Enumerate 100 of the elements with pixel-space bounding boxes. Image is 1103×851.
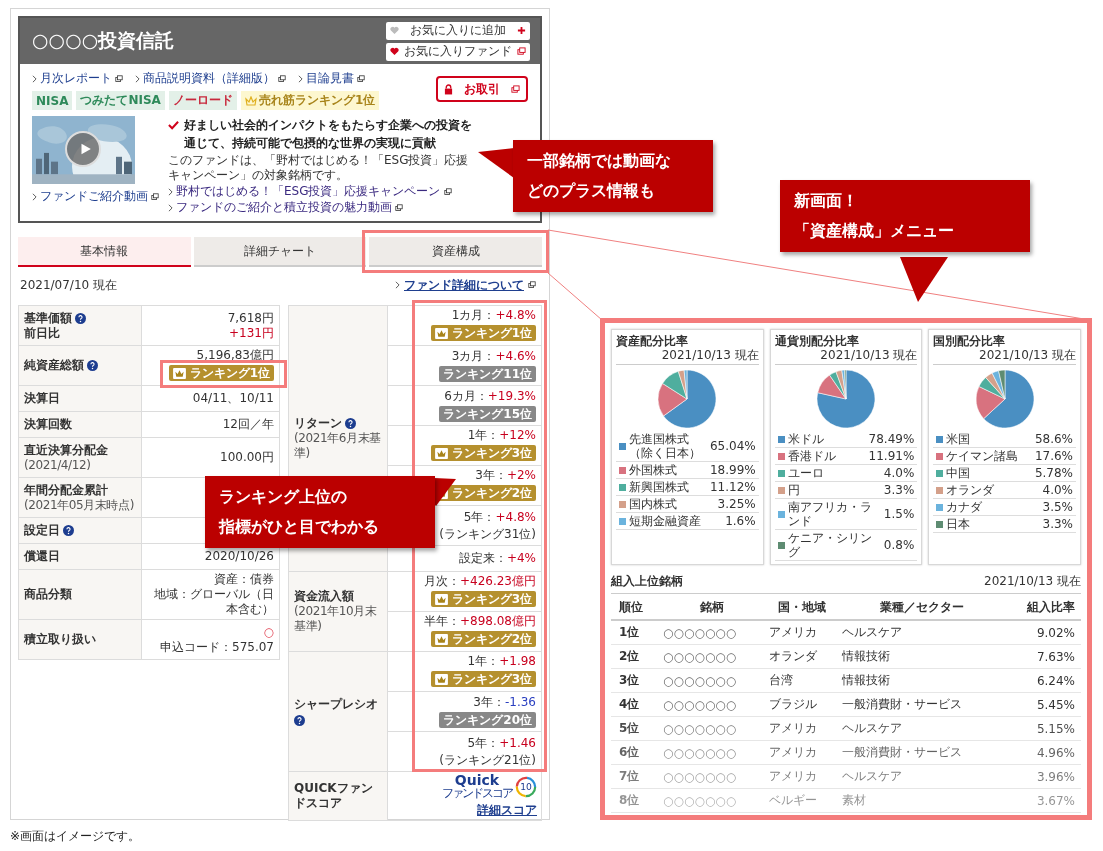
badge-label: ランキング3位 (451, 672, 532, 687)
metric-value: 1年：+1.98 (467, 654, 536, 669)
crown-icon (434, 633, 448, 645)
score-logo-caption: ファンドスコア (442, 787, 512, 800)
metric-value: 月次：+426.23億円 (423, 574, 536, 589)
favorite-button[interactable]: お気に入りファンド (386, 42, 530, 61)
legend-label: 日本 (946, 517, 972, 531)
window-icon (511, 84, 520, 94)
table-cell: 4.96% (1036, 745, 1075, 760)
as-of-date: 2021/10/13 現在 (984, 573, 1081, 590)
legend-value: 5.78% (1034, 466, 1073, 480)
table-cell: 台湾 (769, 673, 794, 687)
card-title: 資産配分比率 (616, 334, 688, 348)
tag-label: 売れ筋ランキング1位 (258, 92, 376, 109)
legend-value: 18.99% (709, 463, 756, 477)
row-value: 5,196,83億円 (196, 348, 274, 363)
legend-label: 中国 (946, 466, 972, 480)
metric-value: 3年：-1.36 (473, 695, 536, 709)
campaign-link[interactable]: 野村ではじめる！「ESG投資」応援キャンペーン (168, 184, 452, 199)
row-label: 純資産総額 (24, 358, 84, 373)
table-cell: ○○○○○○○ (663, 793, 737, 808)
document-link[interactable]: 月次レポート (32, 70, 123, 87)
table-cell: ○○○○○○○ (663, 745, 737, 760)
metric-value: 1年：+12% (467, 428, 536, 443)
metric-value: 6カ月：+19.3% (444, 389, 536, 403)
metric-value: 5年：+4.8% (463, 509, 536, 524)
legend-label: 新興国株式 (629, 480, 690, 494)
table-cell: 8位 (619, 793, 640, 807)
tab[interactable]: 資産構成 (369, 237, 542, 267)
row-label: 商品分類 (24, 587, 72, 602)
legend-label: ケイマン諸島 (946, 449, 1020, 463)
legend-label: ケニア・シリング (787, 531, 873, 559)
row-note: (2021/4/12) (24, 457, 92, 473)
legend-label: 南アフリカ・ランド (787, 500, 873, 528)
legend-label: 米国 (946, 432, 972, 446)
table-cell: ○○○○○○○ (663, 625, 737, 640)
headline-text: 好ましい社会的インパクトをもたらす企業への投資を通じて、持続可能で包摂的な世界の実現に貢献 (184, 117, 473, 152)
pie-chart (658, 370, 717, 428)
metric-label: シャープレシオ (294, 697, 378, 712)
table-cell: 7位 (619, 769, 640, 783)
ranking-text: (ランキング31位) (439, 526, 536, 541)
badge-label: ランキング1位 (189, 366, 270, 381)
check-icon (168, 120, 179, 130)
legend-label: 短期金融資産 (629, 514, 702, 528)
badge-label: ランキング1位 (451, 326, 532, 341)
crown-icon (172, 367, 186, 379)
badge-label: ランキング15位 (443, 407, 532, 421)
window-icon (443, 187, 452, 196)
as-of-date: 2021/10/13 現在 (820, 348, 918, 362)
crown-icon (434, 327, 448, 339)
badge-label: ランキング20位 (443, 713, 532, 727)
callout-pointer (900, 257, 948, 302)
table-cell: 5.15% (1036, 721, 1075, 736)
trade-button[interactable]: お取引 (436, 76, 528, 102)
row-value: 資産：債券 (214, 572, 274, 586)
tab[interactable]: 詳細チャート (193, 237, 367, 267)
metric-label: 資金流入額 (294, 589, 354, 604)
legend-value: 1.5% (883, 507, 915, 521)
document-link[interactable]: 商品説明資料（詳細版） (135, 70, 286, 87)
table-cell: ヘルスケア (842, 721, 903, 735)
row-note: (2021年05月末時点) (24, 497, 135, 513)
legend-label: 先進国株式（除く日本） (629, 432, 702, 460)
column-header: 国・地域 (777, 600, 826, 614)
score-ring: 10 (515, 776, 537, 798)
crown-icon (434, 593, 448, 605)
available-mark: ○ (263, 624, 274, 639)
row-label: 積立取り扱い (24, 632, 96, 647)
table-cell: 情報技術 (842, 673, 891, 687)
tag-label: つみたてNISA (80, 92, 161, 109)
badge-label: ランキング3位 (451, 446, 532, 461)
metric-label: リターン (294, 416, 342, 431)
row-value: 100.00円 (220, 450, 274, 464)
metric-value: 1カ月：+4.8% (451, 308, 536, 323)
footnote: ※画面はイメージです。 (10, 828, 142, 845)
table-cell: ○○○○○○○ (663, 673, 737, 688)
callout: 一部銘柄では動画な どのプラス情報も (513, 140, 713, 212)
legend-label: 米ドル (787, 432, 825, 446)
favorite-button[interactable]: お気に入りに追加 (386, 21, 530, 40)
legend-value: 1.6% (725, 514, 756, 528)
legend-value: 3.3% (883, 483, 915, 497)
legend-value: 4.0% (883, 466, 915, 480)
table-cell: 情報技術 (842, 649, 891, 663)
table-cell: 3.96% (1036, 769, 1075, 784)
table-cell: アメリカ (769, 625, 818, 639)
campaign-link[interactable]: ファンドのご紹介と積立投資の魅力動画 (168, 200, 403, 215)
as-of-date: 2021/10/13 現在 (661, 348, 759, 362)
legend-value: 3.5% (1042, 500, 1073, 514)
detail-score-link[interactable]: 詳細スコア (477, 803, 537, 818)
video-link[interactable]: ファンドご紹介動画 (32, 188, 159, 205)
table-cell: ベルギー (769, 793, 818, 807)
row-label: 前日比 (24, 325, 61, 341)
card-title: 国別配分比率 (933, 334, 1006, 348)
fund-detail-link[interactable]: ファンド詳細について (395, 276, 536, 294)
callout: 新画面！ 「資産構成」メニュー (780, 180, 1030, 252)
table-cell: 5位 (619, 721, 640, 735)
row-value: 7,618円 (227, 310, 274, 325)
metric-value: 3年：+2% (475, 468, 536, 483)
tab[interactable]: 基本情報 (18, 237, 191, 267)
table-cell: アメリカ (769, 769, 818, 783)
document-link[interactable]: 目論見書 (298, 70, 365, 87)
